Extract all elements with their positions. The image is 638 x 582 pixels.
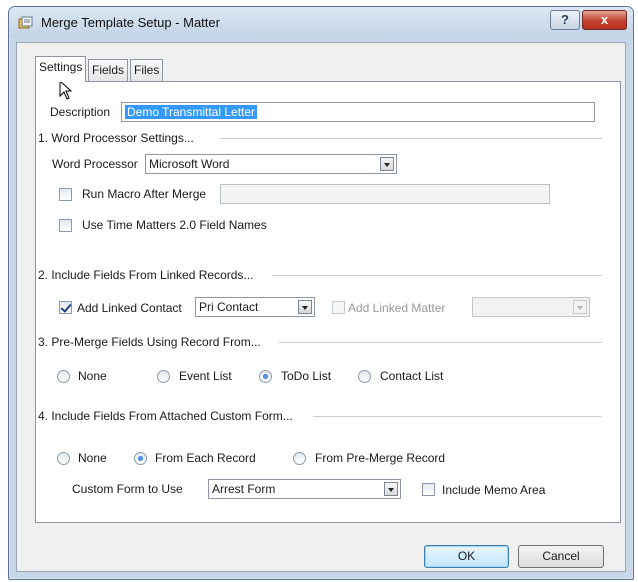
custom-form-label: Custom Form to Use [72, 482, 183, 496]
chevron-down-icon[interactable] [380, 157, 394, 171]
customform-none-label: None [78, 451, 107, 465]
tab-settings[interactable]: Settings [35, 56, 87, 82]
add-linked-contact-checkbox[interactable] [59, 301, 72, 314]
close-button[interactable]: x [582, 10, 627, 30]
help-button[interactable]: ? [550, 10, 580, 30]
include-memo-label: Include Memo Area [442, 483, 546, 497]
section-custom-form-heading: 4. Include Fields From Attached Custom F… [38, 409, 293, 423]
tm20-field-names-label: Use Time Matters 2.0 Field Names [82, 218, 267, 232]
customform-pre-merge-label: From Pre-Merge Record [315, 451, 446, 465]
ok-button[interactable]: OK [424, 545, 509, 568]
premerge-contact-list-radio[interactable] [358, 370, 371, 383]
mouse-pointer-icon [59, 80, 73, 100]
description-value: Demo Transmittal Letter [125, 105, 258, 119]
dialog-window: Merge Template Setup - Matter ? x Settin… [8, 6, 634, 580]
word-processor-value: Microsoft Word [149, 157, 230, 171]
customform-each-record-radio[interactable] [134, 452, 147, 465]
cancel-button[interactable]: Cancel [518, 545, 604, 568]
add-linked-contact-label: Add Linked Contact [77, 301, 182, 315]
description-input[interactable]: Demo Transmittal Letter [121, 102, 595, 122]
divider [279, 342, 602, 343]
section-pre-merge-heading: 3. Pre-Merge Fields Using Record From... [38, 335, 261, 349]
customform-each-record-label: From Each Record [155, 451, 256, 465]
customform-pre-merge-radio[interactable] [293, 452, 306, 465]
include-memo-checkbox[interactable] [422, 483, 435, 496]
premerge-todo-list-label: ToDo List [281, 369, 332, 383]
custom-form-select[interactable]: Arrest Form [208, 479, 401, 499]
tab-files[interactable]: Files [130, 59, 164, 81]
run-macro-checkbox[interactable] [59, 188, 72, 201]
divider [272, 275, 602, 276]
customform-none-radio[interactable] [57, 452, 70, 465]
premerge-event-list-radio[interactable] [157, 370, 170, 383]
chevron-down-icon[interactable] [384, 482, 398, 496]
add-linked-matter-label: Add Linked Matter [348, 301, 446, 315]
tab-fields[interactable]: Fields [88, 59, 129, 81]
tm20-field-names-checkbox[interactable] [59, 219, 72, 232]
premerge-todo-list-radio[interactable] [259, 370, 272, 383]
description-label: Description [50, 105, 111, 119]
section-word-processor-heading: 1. Word Processor Settings... [38, 131, 194, 145]
custom-form-value: Arrest Form [212, 482, 276, 496]
premerge-none-radio[interactable] [57, 370, 70, 383]
app-icon [18, 16, 33, 29]
macro-name-input[interactable] [220, 184, 550, 204]
linked-contact-select[interactable]: Pri Contact [195, 297, 315, 317]
chevron-down-icon[interactable] [573, 300, 587, 314]
divider [220, 138, 602, 139]
premerge-contact-list-label: Contact List [380, 369, 444, 383]
chevron-down-icon[interactable] [298, 300, 312, 314]
word-processor-select[interactable]: Microsoft Word [145, 154, 397, 174]
client-area: Settings Fields Files Description Demo T… [16, 42, 626, 572]
run-macro-label: Run Macro After Merge [82, 187, 207, 201]
word-processor-label: Word Processor [52, 157, 138, 171]
premerge-none-label: None [78, 369, 107, 383]
add-linked-matter-checkbox[interactable] [332, 301, 345, 314]
linked-matter-select[interactable] [472, 297, 590, 317]
section-linked-records-heading: 2. Include Fields From Linked Records... [38, 268, 254, 282]
window-title: Merge Template Setup - Matter [41, 15, 220, 30]
divider [313, 416, 602, 417]
linked-contact-value: Pri Contact [199, 300, 259, 314]
premerge-event-list-label: Event List [179, 369, 232, 383]
title-bar[interactable]: Merge Template Setup - Matter ? x [9, 7, 633, 37]
